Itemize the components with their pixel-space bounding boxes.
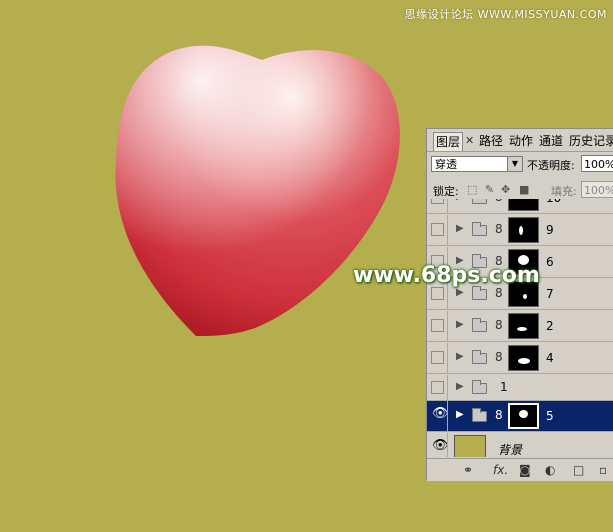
opacity-label: 不透明度: <box>527 159 575 172</box>
folder-icon <box>472 380 487 394</box>
layer-row[interactable]: ▶ 8 10 <box>427 199 613 214</box>
folder-icon <box>472 318 487 332</box>
link-icon: 8 <box>495 318 503 332</box>
layer-list: ▶ 8 10 ▶ 8 9 ▶ 8 6 <box>427 199 613 457</box>
link-icon: 8 <box>495 222 503 236</box>
lock-transparency-icon[interactable]: ⬚ <box>467 183 477 196</box>
chevron-down-icon[interactable]: ▼ <box>507 157 522 171</box>
layer-name[interactable]: 1 <box>500 380 508 394</box>
tab-layers[interactable]: 图层 <box>433 132 464 151</box>
layer-mask-thumbnail[interactable] <box>508 403 539 429</box>
expand-triangle-icon[interactable]: ▶ <box>456 287 464 298</box>
visibility-toggle[interactable] <box>431 223 444 236</box>
panel-tabs: 图层 ✕ 路径 动作 通道 历史记录 <box>427 129 613 152</box>
link-icon: 8 <box>495 286 503 300</box>
link-icon[interactable]: ⚭ <box>463 463 473 477</box>
expand-triangle-icon[interactable]: ▶ <box>456 223 464 234</box>
opacity-input[interactable]: 100% <box>581 155 613 172</box>
lock-brush-icon[interactable]: ✎ <box>485 183 494 196</box>
blend-mode-select[interactable]: 穿透 ▼ <box>431 156 523 172</box>
fill-input[interactable]: 100% <box>581 181 613 198</box>
link-icon: 8 <box>495 199 503 204</box>
lock-label: 锁定: <box>433 185 459 198</box>
layer-thumbnail[interactable] <box>454 435 486 457</box>
visibility-toggle[interactable] <box>431 351 444 364</box>
folder-icon <box>472 222 487 236</box>
tab-channels[interactable]: 通道 <box>537 132 565 150</box>
visibility-toggle[interactable] <box>431 319 444 332</box>
lock-move-icon[interactable]: ✥ <box>501 183 510 196</box>
layer-row[interactable]: ▶ 8 9 <box>427 215 613 246</box>
layer-mask-thumbnail[interactable] <box>508 217 539 243</box>
folder-icon <box>472 286 487 300</box>
watermark-top: 思缘设计论坛 WWW.MISSYUAN.COM <box>404 8 607 21</box>
expand-triangle-icon[interactable]: ▶ <box>456 351 464 362</box>
adjustment-icon[interactable]: ◐ <box>545 463 555 477</box>
fill-label: 填充: <box>551 185 577 198</box>
layer-mask-thumbnail[interactable] <box>508 199 539 211</box>
panel-footer: ⚭ fx. ◙ ◐ □ ▫ <box>427 458 613 481</box>
layers-panel: 图层 ✕ 路径 动作 通道 历史记录 穿透 ▼ 不透明度: 100% 锁定: ⬚… <box>426 128 613 481</box>
layer-row-background[interactable]: 👁 背景 <box>427 433 613 457</box>
folder-icon <box>472 408 487 422</box>
layer-row[interactable]: ▶ 1 <box>427 375 613 401</box>
new-layer-icon[interactable]: ▫ <box>599 463 607 477</box>
layer-name[interactable]: 2 <box>546 319 554 333</box>
link-icon: 8 <box>495 350 503 364</box>
lock-all-icon[interactable]: ■ <box>519 183 529 196</box>
folder-icon <box>472 350 487 364</box>
visibility-toggle[interactable] <box>431 287 444 300</box>
layer-name[interactable]: 背景 <box>498 441 522 457</box>
layer-name[interactable]: 4 <box>546 351 554 365</box>
close-icon[interactable]: ✕ <box>465 134 474 147</box>
layer-name[interactable]: 9 <box>546 223 554 237</box>
tab-history[interactable]: 历史记录 <box>567 132 613 150</box>
link-icon: 8 <box>495 408 503 422</box>
layer-name[interactable]: 6 <box>546 255 554 269</box>
layer-name[interactable]: 7 <box>546 287 554 301</box>
layer-row[interactable]: ▶ 8 2 <box>427 311 613 342</box>
layer-mask-thumbnail[interactable] <box>508 345 539 371</box>
new-group-icon[interactable]: □ <box>573 463 584 477</box>
layer-row[interactable]: ▶ 8 4 <box>427 343 613 374</box>
layer-name[interactable]: 5 <box>546 409 554 423</box>
mask-icon[interactable]: ◙ <box>519 463 531 477</box>
expand-triangle-icon[interactable]: ▶ <box>456 381 464 392</box>
blend-mode-value: 穿透 <box>435 158 457 171</box>
layer-row-selected[interactable]: 👁 ▶ 8 5 <box>427 401 613 432</box>
fx-icon[interactable]: fx. <box>493 463 508 477</box>
layer-mask-thumbnail[interactable] <box>508 313 539 339</box>
layer-name[interactable]: 10 <box>546 199 561 205</box>
expand-triangle-icon[interactable]: ▶ <box>456 409 464 420</box>
visibility-toggle[interactable] <box>431 381 444 394</box>
visibility-toggle[interactable] <box>431 199 444 204</box>
watermark-middle: www.68ps.com <box>353 263 540 288</box>
expand-triangle-icon[interactable]: ▶ <box>456 199 464 202</box>
folder-icon <box>472 199 487 204</box>
tab-paths[interactable]: 路径 <box>477 132 505 150</box>
expand-triangle-icon[interactable]: ▶ <box>456 319 464 330</box>
tab-actions[interactable]: 动作 <box>507 132 535 150</box>
